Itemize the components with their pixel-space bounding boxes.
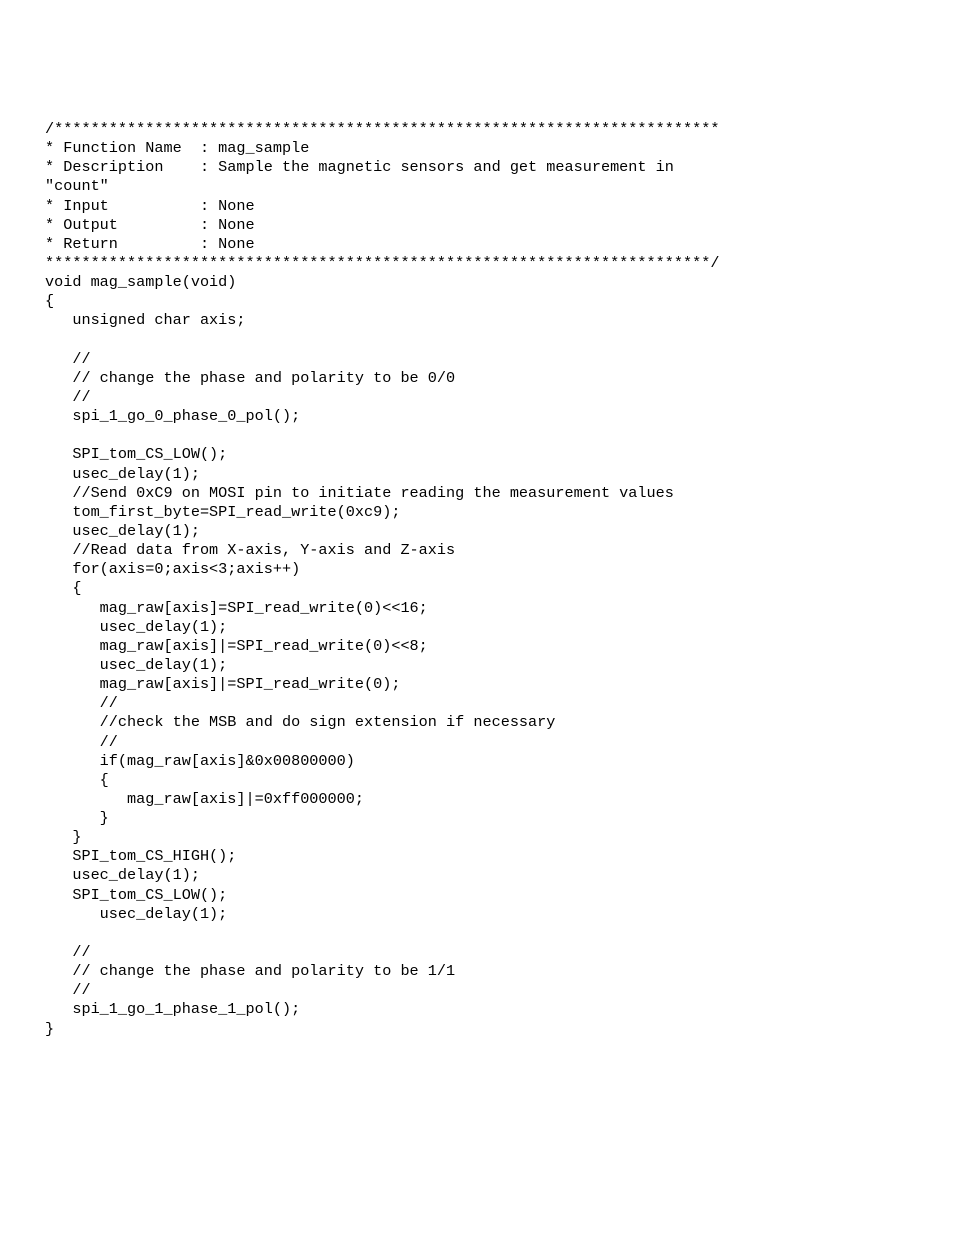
code-block: /***************************************… [45,120,719,1038]
code-page: /***************************************… [0,0,954,1235]
